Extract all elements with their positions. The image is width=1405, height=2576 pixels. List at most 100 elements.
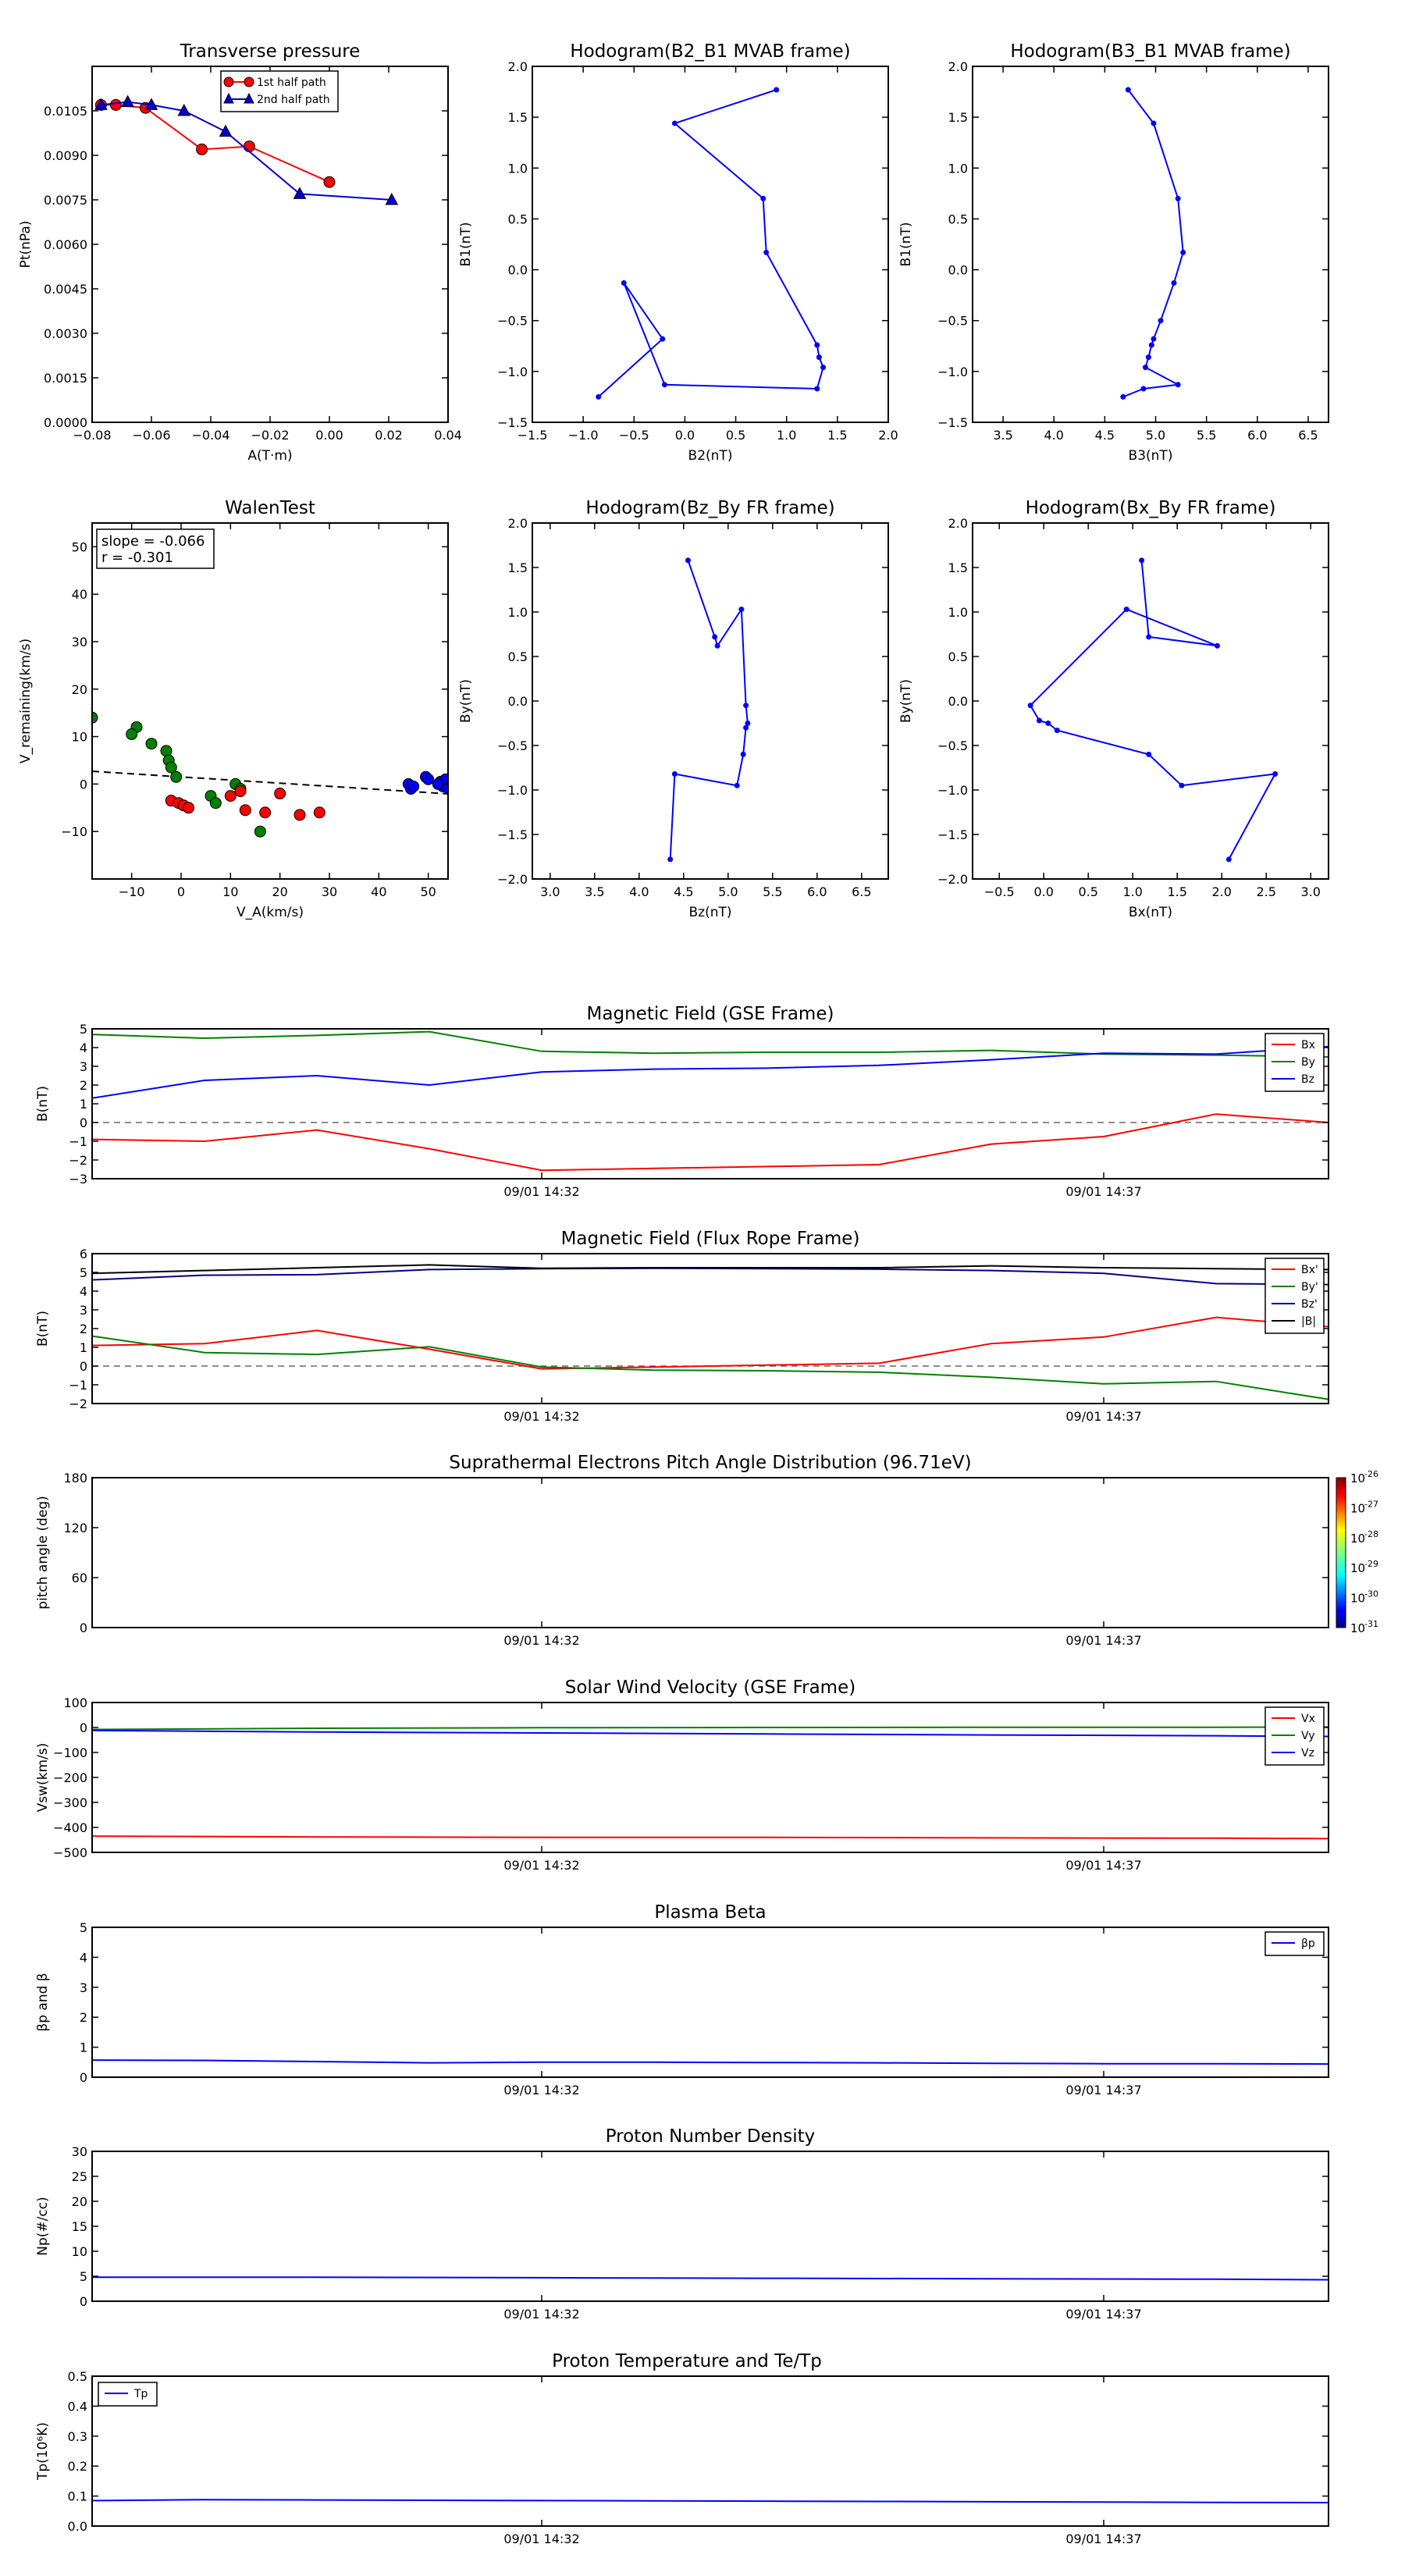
y-tick-label: −100 <box>53 1745 87 1760</box>
colorbar-tick-exponent: -27 <box>1364 1499 1378 1509</box>
data-point <box>734 782 740 788</box>
chart-walen: WalenTest −10 0 10 20 30 40 50 −10 0 10 20 30 40 50 V_A… <box>18 498 449 920</box>
colorbar-tick-exponent: -30 <box>1364 1589 1378 1599</box>
data-point <box>183 802 194 814</box>
data-layer <box>1027 557 1279 863</box>
y-tick-label: 3 <box>80 1980 87 1995</box>
y-tick-label: −0.5 <box>497 314 528 329</box>
x-tick-label: 6.5 <box>1298 428 1318 443</box>
y-tick-label: −1.5 <box>497 827 528 842</box>
data-point <box>774 87 780 93</box>
data-point <box>740 751 746 757</box>
y-tick-label: 180 <box>63 1471 87 1485</box>
x-axis-label: B2(nT) <box>688 448 733 464</box>
data-layer <box>92 1726 1329 1840</box>
y-tick-label: 0.3 <box>68 2429 87 2444</box>
y-tick-label: 20 <box>72 682 87 697</box>
y-tick-label: 10 <box>72 2244 87 2259</box>
y-tick-label: 1 <box>80 2041 87 2055</box>
y-tick-label: 0.0 <box>948 263 968 278</box>
y-tick-label: −1.0 <box>937 783 968 798</box>
series-line-0 <box>92 2059 1329 2065</box>
x-tick-label: −0.06 <box>132 428 170 443</box>
x-tick-label: 09/01 14:37 <box>1065 1858 1141 1873</box>
data-point <box>1139 557 1145 564</box>
y-tick-label: 2.0 <box>508 516 528 531</box>
x-tick-label: 1.0 <box>1122 884 1142 899</box>
data-point <box>323 176 336 188</box>
legend-label: |B| <box>1301 1315 1316 1328</box>
colorbar-tick-base: 10 <box>1350 1501 1365 1515</box>
chart-title: Plasma Beta <box>654 1902 766 1923</box>
data-point <box>1027 703 1033 709</box>
data-point <box>763 249 770 255</box>
data-point <box>109 98 122 111</box>
y-tick-label: −2.0 <box>497 872 528 887</box>
y-axis-label: By(nT) <box>458 679 474 723</box>
colorbar <box>1336 1477 1346 1628</box>
colorbar-tick-label: 10-31 <box>1350 1619 1378 1635</box>
data-point <box>407 780 420 792</box>
chart-title: Proton Number Density <box>606 2126 816 2147</box>
x-tick-label: 4.0 <box>629 884 649 899</box>
y-tick-label: 100 <box>63 1695 87 1710</box>
legend: Tp <box>98 2382 158 2407</box>
x-tick-label: 1.5 <box>827 428 847 443</box>
x-tick-label: 0.04 <box>434 428 462 443</box>
y-tick-label: −2 <box>69 1153 87 1168</box>
data-point <box>126 728 138 741</box>
data-point <box>121 94 134 108</box>
figure-canvas: Transverse pressure0.00000.00150.00300.0… <box>18 41 1378 2546</box>
data-point <box>234 785 247 798</box>
data-point <box>243 141 255 153</box>
y-tick-label: 0.0 <box>508 263 528 278</box>
legend-label: Bx <box>1301 1039 1315 1051</box>
data-point <box>145 738 158 750</box>
data-point <box>1158 318 1164 324</box>
data-point <box>254 825 266 838</box>
y-tick-label: 1.5 <box>948 560 968 575</box>
y-tick-label: 0.0 <box>948 694 968 709</box>
legend-label: Bz' <box>1301 1298 1318 1311</box>
y-tick-label: 0 <box>80 777 87 792</box>
series-line-2 <box>92 1729 1329 1738</box>
data-point <box>274 788 286 800</box>
data-layer <box>667 557 751 863</box>
y-tick-label: 0.0 <box>508 694 528 709</box>
x-tick-label: −10 <box>119 884 145 899</box>
axes-frame <box>91 1253 1329 1404</box>
x-tick-label: 09/01 14:32 <box>503 1858 579 1873</box>
data-point <box>714 642 720 649</box>
data-point <box>661 382 667 388</box>
axes-frame <box>91 1927 1329 2078</box>
data-point <box>1123 607 1129 613</box>
chart-transverse: Transverse pressure0.00000.00150.00300.0… <box>18 41 462 464</box>
legend-label: 1st half path <box>257 76 326 89</box>
chart-hodo_bxby: Hodogram(Bx_By FR frame) −2.0 −1.5 −1.0 −0.5… <box>898 498 1329 920</box>
y-tick-label: 1.0 <box>948 605 968 620</box>
chart-hodo_b3b1: Hodogram(B3_B1 MVAB frame) −1.5 −1.0 −0.5 0.… <box>898 41 1329 464</box>
chart-title: Proton Temperature and Te/Tp <box>552 2351 822 2371</box>
y-tick-label: −500 <box>53 1845 87 1860</box>
legend-label: 2nd half path <box>257 94 330 106</box>
colorbar-tick-label: 10-26 <box>1350 1469 1378 1485</box>
annotation-text: slope = -0.066 <box>101 533 205 550</box>
series-line-2 <box>92 1267 1329 1286</box>
colorbar-tick-base: 10 <box>1350 1561 1365 1575</box>
y-tick-label: 5 <box>80 1920 87 1935</box>
x-axis-label: Bx(nT) <box>1129 905 1172 920</box>
legend: Bx' By' Bz' |B| <box>1264 1258 1325 1334</box>
y-axis-label: By(nT) <box>898 679 914 723</box>
legend-label: Tp <box>133 2388 148 2400</box>
y-tick-label: −1.5 <box>937 415 968 430</box>
x-tick-label: 5.5 <box>1197 428 1216 443</box>
y-tick-label: 4 <box>80 1041 87 1055</box>
x-tick-label: 09/01 14:37 <box>1065 2307 1141 2322</box>
data-layer <box>596 87 827 400</box>
y-tick-label: 120 <box>63 1521 87 1535</box>
y-tick-label: 0.0075 <box>44 193 87 208</box>
y-axis-label: B1(nT) <box>898 222 914 267</box>
x-tick-label: 09/01 14:32 <box>503 2532 579 2546</box>
y-tick-label: 2 <box>80 1322 87 1336</box>
y-tick-label: 0 <box>80 1359 87 1374</box>
